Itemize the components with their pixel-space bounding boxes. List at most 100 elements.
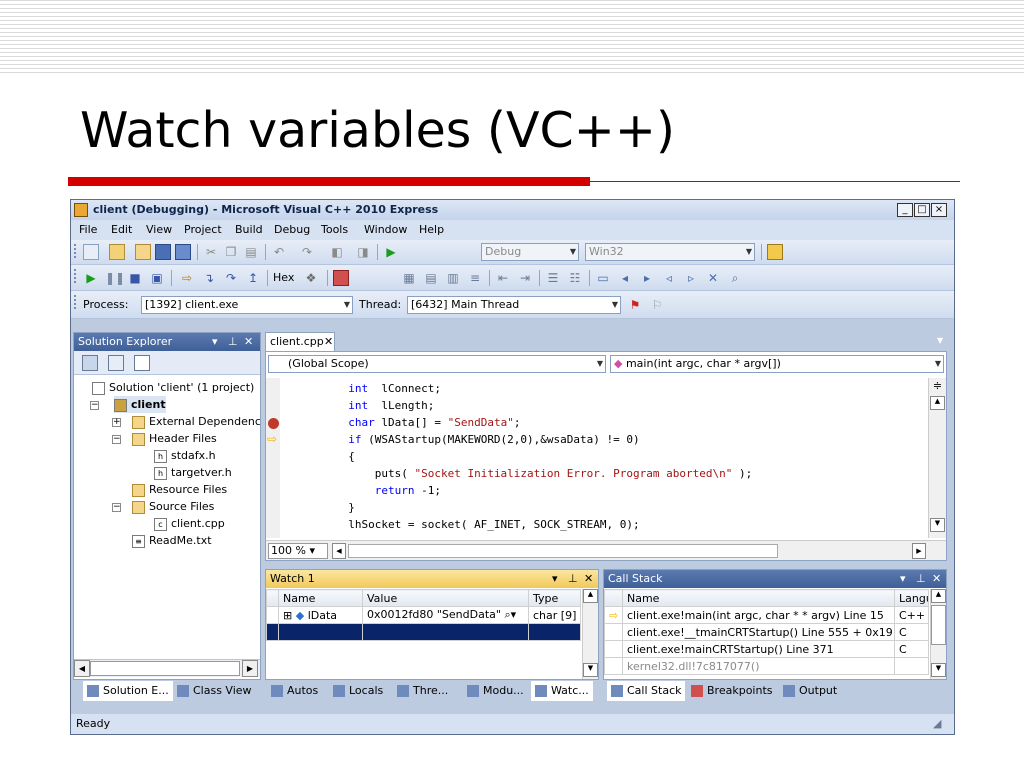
thread-combo[interactable]: [6432] Main Thread ▼ bbox=[407, 296, 621, 314]
code-area[interactable]: int lConnect; int lLength; char lData[] … bbox=[282, 380, 922, 538]
scroll-right-icon[interactable]: ▶ bbox=[912, 543, 926, 559]
continue-icon[interactable]: ▶ bbox=[83, 270, 99, 286]
toolbar-grip[interactable] bbox=[74, 244, 77, 258]
scroll-up-icon[interactable]: ▲ bbox=[583, 589, 598, 603]
menu-edit[interactable]: Edit bbox=[111, 223, 132, 236]
collapse-icon[interactable]: − bbox=[90, 401, 99, 410]
scroll-up-icon[interactable]: ▲ bbox=[930, 396, 945, 410]
scroll-down-icon[interactable]: ▼ bbox=[583, 663, 598, 677]
tab-breakpoints[interactable]: Breakpoints bbox=[691, 681, 773, 701]
properties-icon[interactable] bbox=[767, 244, 783, 260]
uncomment-icon[interactable]: ☷ bbox=[567, 270, 583, 286]
break-all-icon[interactable]: ❚❚ bbox=[105, 270, 125, 286]
tab-client-cpp[interactable]: client.cpp ✕ bbox=[265, 332, 335, 351]
scroll-down-icon[interactable]: ▼ bbox=[931, 663, 946, 677]
collapse-icon[interactable]: − bbox=[112, 435, 121, 444]
registers-icon[interactable]: ▤ bbox=[423, 270, 439, 286]
tree-client-cpp[interactable]: c client.cpp bbox=[154, 515, 225, 532]
tab-watch[interactable]: Watc... bbox=[531, 681, 593, 701]
tab-solution-explorer[interactable]: Solution E... bbox=[83, 681, 173, 701]
tab-autos[interactable]: Autos bbox=[271, 681, 318, 701]
save-icon[interactable] bbox=[155, 244, 171, 260]
call-stack-row[interactable]: client.exe!__tmainCRTStartup() Line 555 … bbox=[604, 623, 929, 641]
hex-toggle[interactable]: Hex bbox=[273, 271, 294, 284]
tab-modules[interactable]: Modu... bbox=[467, 681, 524, 701]
split-icon[interactable]: ≑ bbox=[930, 380, 945, 394]
tab-locals[interactable]: Locals bbox=[333, 681, 383, 701]
restart-icon[interactable]: ▣ bbox=[149, 270, 165, 286]
resize-grip-icon[interactable]: ◢ bbox=[933, 714, 941, 734]
previous-bookmark-icon[interactable]: ◂ bbox=[617, 270, 633, 286]
call-stack-row[interactable]: client.exe!mainCRTStartup() Line 371 C bbox=[604, 640, 929, 658]
tree-targetver-h[interactable]: h targetver.h bbox=[154, 464, 232, 481]
tab-class-view[interactable]: Class View bbox=[177, 681, 252, 701]
flag-icon[interactable]: ⚐ bbox=[649, 297, 665, 313]
function-combo[interactable]: ◆ main(int argc, char * argv[]) ▼ bbox=[610, 355, 944, 373]
menu-help[interactable]: Help bbox=[419, 223, 444, 236]
view-code-icon[interactable] bbox=[134, 355, 150, 371]
close-button[interactable]: × bbox=[931, 203, 947, 217]
toolbar-grip[interactable] bbox=[74, 269, 77, 283]
window-title-bar[interactable]: client (Debugging) - Microsoft Visual C+… bbox=[71, 200, 954, 220]
menu-tools[interactable]: Tools bbox=[321, 223, 348, 236]
cut-icon[interactable]: ✂ bbox=[203, 244, 219, 260]
copy-icon[interactable]: ❐ bbox=[223, 244, 239, 260]
tree-stdafx-h[interactable]: h stdafx.h bbox=[154, 447, 216, 464]
tree-source-files[interactable]: Source Files bbox=[132, 498, 214, 515]
menu-debug[interactable]: Debug bbox=[274, 223, 310, 236]
pin-icon[interactable]: ⊥ bbox=[228, 333, 238, 351]
maximize-button[interactable]: □ bbox=[914, 203, 930, 217]
column-name[interactable]: Name bbox=[278, 589, 363, 607]
step-out-icon[interactable]: ↥ bbox=[245, 270, 261, 286]
paste-icon[interactable]: ▤ bbox=[243, 244, 259, 260]
active-files-dropdown-icon[interactable]: ▼ bbox=[937, 336, 943, 345]
undo-icon[interactable]: ↶ bbox=[271, 244, 287, 260]
breakpoints-window-icon[interactable] bbox=[333, 270, 349, 286]
tab-threads[interactable]: Thre... bbox=[397, 681, 448, 701]
breakpoint-icon[interactable] bbox=[268, 418, 279, 429]
menu-build[interactable]: Build bbox=[235, 223, 263, 236]
process-combo[interactable]: [1392] client.exe ▼ bbox=[141, 296, 353, 314]
close-pane-icon[interactable]: ✕ bbox=[584, 570, 593, 588]
minimize-button[interactable]: _ bbox=[897, 203, 913, 217]
magnifier-icon[interactable]: ⌕ bbox=[504, 608, 510, 621]
solution-platform-combo[interactable]: Win32 ▼ bbox=[585, 243, 755, 261]
solution-configuration-combo[interactable]: Debug ▼ bbox=[481, 243, 579, 261]
indent-icon[interactable]: ⇥ bbox=[517, 270, 533, 286]
scroll-thumb[interactable] bbox=[931, 605, 946, 645]
call-stack-toolbar-icon[interactable]: ≡ bbox=[467, 270, 483, 286]
call-stack-vscrollbar[interactable]: ▲ ▼ bbox=[930, 589, 946, 679]
close-tab-icon[interactable]: ✕ bbox=[324, 333, 333, 351]
call-stack-header[interactable]: Call Stack ▾ ⊥ ✕ bbox=[604, 570, 946, 588]
scroll-up-icon[interactable]: ▲ bbox=[931, 589, 946, 603]
zoom-combo[interactable]: 100 % ▾ bbox=[268, 543, 328, 559]
menu-file[interactable]: File bbox=[79, 223, 97, 236]
bookmark-icon[interactable]: ▭ bbox=[595, 270, 611, 286]
tree-resource-files[interactable]: Resource Files bbox=[132, 481, 227, 498]
scroll-left-icon[interactable]: ◀ bbox=[74, 660, 90, 677]
editor-margin[interactable]: ⇨ bbox=[266, 378, 280, 538]
tree-project[interactable]: client bbox=[114, 396, 166, 413]
close-pane-icon[interactable]: ✕ bbox=[932, 570, 941, 588]
show-next-statement-icon[interactable]: ⇨ bbox=[179, 270, 195, 286]
comment-icon[interactable]: ☰ bbox=[545, 270, 561, 286]
save-all-icon[interactable] bbox=[175, 244, 191, 260]
column-type[interactable]: Type bbox=[528, 589, 581, 607]
add-item-icon[interactable] bbox=[109, 244, 125, 260]
menu-window[interactable]: Window bbox=[364, 223, 407, 236]
pin-icon[interactable]: ⊥ bbox=[568, 570, 578, 588]
pin-icon[interactable]: ⊥ bbox=[916, 570, 926, 588]
watch-header[interactable]: Watch 1 ▾ ⊥ ✕ bbox=[266, 570, 598, 588]
step-into-icon[interactable]: ↴ bbox=[201, 270, 217, 286]
watch-vscrollbar[interactable]: ▲ ▼ bbox=[582, 589, 598, 679]
close-pane-icon[interactable]: ✕ bbox=[244, 333, 253, 351]
outdent-icon[interactable]: ⇤ bbox=[495, 270, 511, 286]
memory-icon[interactable]: ▥ bbox=[445, 270, 461, 286]
next-bookmark-folder-icon[interactable]: ▹ bbox=[683, 270, 699, 286]
find-icon[interactable]: ⌕ bbox=[727, 270, 743, 286]
tree-header-files[interactable]: Header Files bbox=[132, 430, 217, 447]
expand-icon[interactable]: + bbox=[112, 418, 121, 427]
start-debugging-icon[interactable]: ▶ bbox=[383, 244, 399, 260]
pane-menu-icon[interactable]: ▾ bbox=[552, 570, 558, 588]
properties-icon[interactable] bbox=[82, 355, 98, 371]
